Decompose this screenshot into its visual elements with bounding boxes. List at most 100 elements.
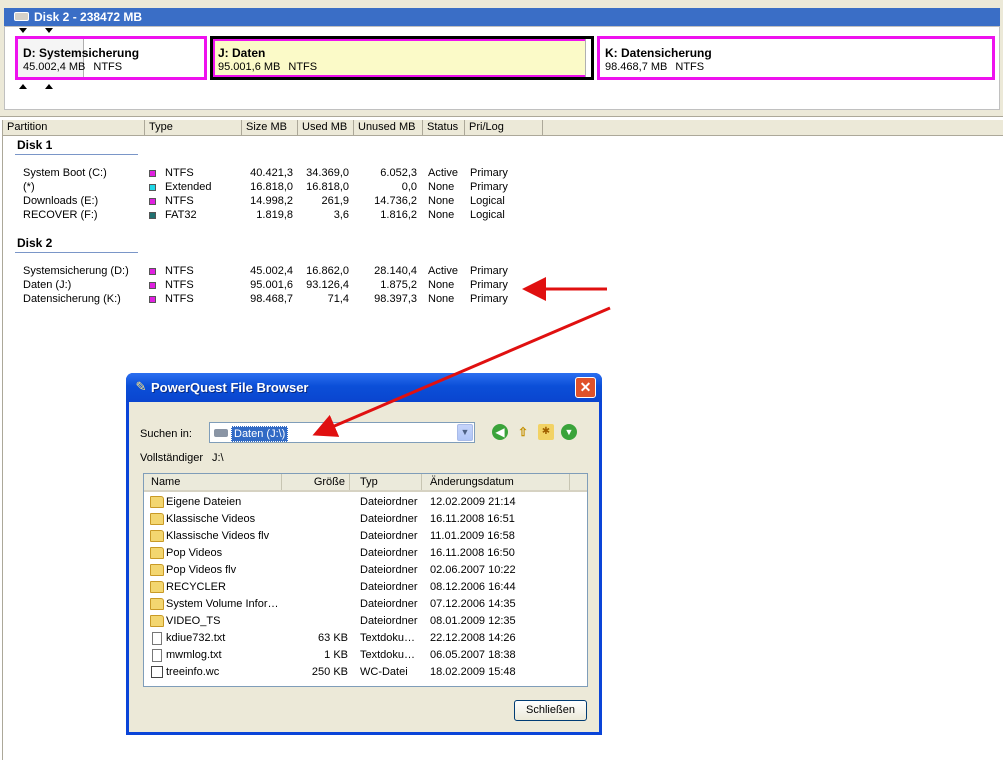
file-name: Klassische Videos bbox=[166, 513, 256, 525]
close-button[interactable]: Schließen bbox=[514, 700, 587, 721]
column-header-date[interactable]: Änderungsdatum bbox=[422, 474, 570, 490]
cell-type: NTFS bbox=[165, 279, 194, 291]
lookin-dropdown[interactable]: Daten (J:\) ▼ bbox=[209, 422, 475, 443]
column-header-unused[interactable]: Unused MB bbox=[354, 120, 423, 136]
column-header-partition[interactable]: Partition bbox=[3, 120, 145, 136]
file-name: RECYCLER bbox=[166, 581, 226, 593]
partition-size: 45.002,4 MB bbox=[23, 61, 86, 73]
marker-up-icon bbox=[19, 84, 27, 89]
cell-prilog: Logical bbox=[470, 195, 505, 207]
dialog-title: PowerQuest File Browser bbox=[151, 380, 309, 395]
text-file-icon bbox=[152, 649, 162, 662]
partition-row[interactable]: (*) Extended 16.818,0 16.818,0 0,0 None … bbox=[3, 180, 523, 194]
file-row[interactable]: RECYCLER Dateiordner 08.12.2006 16:44 bbox=[144, 579, 587, 596]
cell-type: NTFS bbox=[165, 265, 194, 277]
drive-icon bbox=[214, 429, 228, 437]
list-header: Partition Type Size MB Used MB Unused MB… bbox=[3, 120, 1003, 136]
cell-prilog: Primary bbox=[470, 167, 508, 179]
file-date: 22.12.2008 14:26 bbox=[430, 632, 516, 644]
file-row[interactable]: mwmlog.txt 1 KB Textdoku… 06.05.2007 18:… bbox=[144, 647, 587, 664]
lookin-value: Daten (J:\) bbox=[231, 426, 289, 442]
file-row[interactable]: System Volume Infor… Dateiordner 07.12.2… bbox=[144, 596, 587, 613]
file-name: System Volume Infor… bbox=[166, 598, 279, 610]
cell-partition: RECOVER (F:) bbox=[23, 209, 98, 221]
cell-prilog: Primary bbox=[470, 293, 508, 305]
file-row[interactable]: treeinfo.wc 250 KB WC-Datei 18.02.2009 1… bbox=[144, 664, 587, 681]
file-name: Eigene Dateien bbox=[166, 496, 242, 508]
view-menu-icon[interactable]: ▼ bbox=[561, 424, 577, 440]
partition-block-j[interactable]: J: Daten 95.001,6 MB NTFS bbox=[210, 36, 594, 80]
cell-status: Active bbox=[428, 167, 458, 179]
marker-down-icon bbox=[19, 28, 27, 33]
cell-partition: Systemsicherung (D:) bbox=[23, 265, 129, 277]
column-header-status[interactable]: Status bbox=[423, 120, 465, 136]
hard-disk-icon bbox=[14, 12, 29, 21]
file-type: Dateiordner bbox=[360, 564, 418, 576]
cell-partition: Datensicherung (K:) bbox=[23, 293, 121, 305]
partition-row[interactable]: Systemsicherung (D:) NTFS 45.002,4 16.86… bbox=[3, 264, 523, 278]
file-row[interactable]: Klassische Videos Dateiordner 16.11.2008… bbox=[144, 511, 587, 528]
file-row[interactable]: VIDEO_TS Dateiordner 08.01.2009 12:35 bbox=[144, 613, 587, 630]
column-header-size[interactable]: Größe bbox=[282, 474, 350, 490]
cell-status: Active bbox=[428, 265, 458, 277]
file-row[interactable]: Pop Videos Dateiordner 16.11.2008 16:50 bbox=[144, 545, 587, 562]
partition-block-d[interactable]: D: Systemsicherung 45.002,4 MB NTFS bbox=[15, 36, 207, 80]
partition-row[interactable]: System Boot (C:) NTFS 40.421,3 34.369,0 … bbox=[3, 166, 523, 180]
column-header-size[interactable]: Size MB bbox=[242, 120, 298, 136]
file-date: 02.06.2007 10:22 bbox=[430, 564, 516, 576]
cell-type: FAT32 bbox=[165, 209, 197, 221]
cell-type: Extended bbox=[165, 181, 212, 193]
text-file-icon bbox=[152, 632, 162, 645]
partition-block-k[interactable]: K: Datensicherung 98.468,7 MB NTFS bbox=[597, 36, 995, 80]
chevron-down-icon[interactable]: ▼ bbox=[457, 424, 473, 441]
cell-size: 1.819,8 bbox=[256, 209, 293, 221]
file-date: 07.12.2006 14:35 bbox=[430, 598, 516, 610]
file-row[interactable]: kdiue732.txt 63 KB Textdoku… 22.12.2008 … bbox=[144, 630, 587, 647]
partition-row[interactable]: RECOVER (F:) FAT32 1.819,8 3,6 1.816,2 N… bbox=[3, 208, 523, 222]
cell-unused: 6.052,3 bbox=[380, 167, 417, 179]
cell-type: NTFS bbox=[165, 195, 194, 207]
folder-icon bbox=[150, 530, 164, 542]
cell-size: 45.002,4 bbox=[250, 265, 293, 277]
file-type: Dateiordner bbox=[360, 530, 418, 542]
file-row[interactable]: Eigene Dateien Dateiordner 12.02.2009 21… bbox=[144, 494, 587, 511]
fs-color-swatch bbox=[149, 184, 156, 191]
file-name: Klassische Videos flv bbox=[166, 530, 270, 542]
fs-color-swatch bbox=[149, 170, 156, 177]
file-date: 06.05.2007 18:38 bbox=[430, 649, 516, 661]
file-name: treeinfo.wc bbox=[166, 666, 220, 678]
column-header-type[interactable]: Typ bbox=[350, 474, 422, 490]
close-icon[interactable]: ✕ bbox=[575, 377, 596, 398]
file-type: Dateiordner bbox=[360, 598, 418, 610]
new-folder-icon[interactable]: ✱ bbox=[538, 424, 554, 440]
up-folder-icon[interactable]: ⇧ bbox=[515, 424, 531, 440]
cell-used: 261,9 bbox=[321, 195, 349, 207]
file-date: 08.01.2009 12:35 bbox=[430, 615, 516, 627]
file-name: VIDEO_TS bbox=[166, 615, 221, 627]
file-date: 18.02.2009 15:48 bbox=[430, 666, 516, 678]
cell-prilog: Primary bbox=[470, 265, 508, 277]
partition-row[interactable]: Daten (J:) NTFS 95.001,6 93.126,4 1.875,… bbox=[3, 278, 523, 292]
partition-fs: NTFS bbox=[93, 61, 123, 73]
partition-row[interactable]: Downloads (E:) NTFS 14.998,2 261,9 14.73… bbox=[3, 194, 523, 208]
group-divider bbox=[15, 252, 138, 253]
column-header-type[interactable]: Type bbox=[145, 120, 242, 136]
back-icon[interactable]: ◀ bbox=[492, 424, 508, 440]
file-row[interactable]: Pop Videos flv Dateiordner 02.06.2007 10… bbox=[144, 562, 587, 579]
folder-icon bbox=[150, 496, 164, 508]
file-type: Dateiordner bbox=[360, 581, 418, 593]
disk-header: Disk 2 - 238472 MB bbox=[4, 8, 1000, 26]
fs-color-swatch bbox=[149, 212, 156, 219]
file-name: Pop Videos flv bbox=[166, 564, 237, 576]
column-header-prilog[interactable]: Pri/Log bbox=[465, 120, 543, 136]
partition-row[interactable]: Datensicherung (K:) NTFS 98.468,7 71,4 9… bbox=[3, 292, 523, 306]
file-row[interactable]: Klassische Videos flv Dateiordner 11.01.… bbox=[144, 528, 587, 545]
partition-fs: NTFS bbox=[288, 61, 318, 73]
column-header-used[interactable]: Used MB bbox=[298, 120, 354, 136]
cell-partition: System Boot (C:) bbox=[23, 167, 107, 179]
cell-unused: 1.816,2 bbox=[380, 209, 417, 221]
partition-name: D: Systemsicherung bbox=[23, 46, 140, 60]
dialog-titlebar[interactable]: ✎ PowerQuest File Browser ✕ bbox=[126, 373, 602, 402]
column-header-name[interactable]: Name bbox=[144, 474, 282, 490]
group-title-disk2: Disk 2 bbox=[17, 236, 53, 250]
